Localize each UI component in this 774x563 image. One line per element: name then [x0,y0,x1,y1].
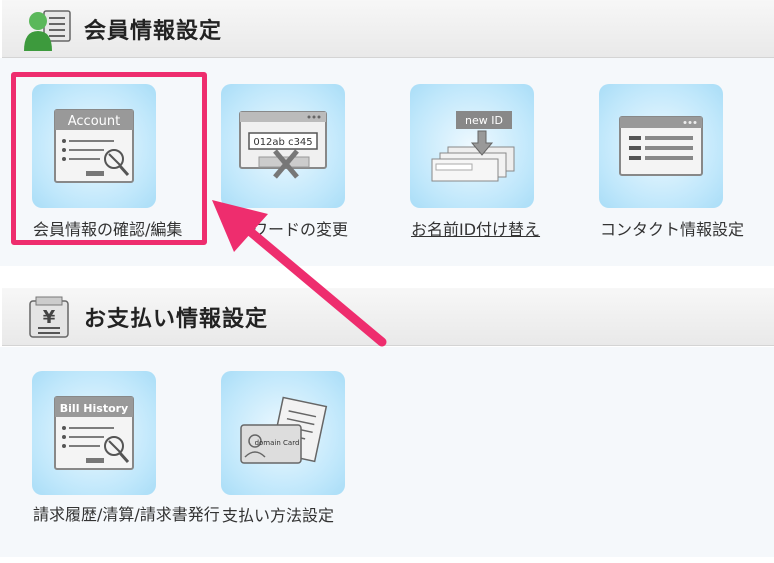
member-settings-title: 会員情報設定 [84,18,223,44]
member-user-icon [22,7,74,51]
id-transfer-icon[interactable]: new ID [410,84,534,208]
tile-payment-method-label[interactable]: 支払い方法設定 [222,502,334,526]
contact-window-icon[interactable] [599,84,723,208]
payment-card-icon[interactable]: domain Card [221,371,345,495]
password-change-icon[interactable]: 012ab c345 [221,84,345,208]
yen-document-icon: ¥ [22,295,74,339]
svg-text:new ID: new ID [465,114,503,127]
tile-password-change-label[interactable]: ワードの変更 [252,216,348,240]
member-settings-header: 会員情報設定 [2,0,774,58]
svg-text:domain Card: domain Card [255,439,300,447]
svg-text:Bill History: Bill History [60,402,128,415]
tile-id-transfer-label[interactable]: お名前ID付け替え [411,216,540,240]
payment-settings-header: ¥ お支払い情報設定 [2,288,774,346]
bill-history-icon[interactable]: Bill History [32,371,156,495]
highlight-frame [11,72,207,245]
tile-contact-settings-label[interactable]: コンタクト情報設定 [600,216,744,240]
tile-bill-history-label[interactable]: 請求履歴/清算/請求書発行 [33,502,223,528]
payment-settings-title: お支払い情報設定 [84,306,269,332]
svg-text:¥: ¥ [43,307,56,328]
svg-text:012ab c345: 012ab c345 [253,137,312,148]
